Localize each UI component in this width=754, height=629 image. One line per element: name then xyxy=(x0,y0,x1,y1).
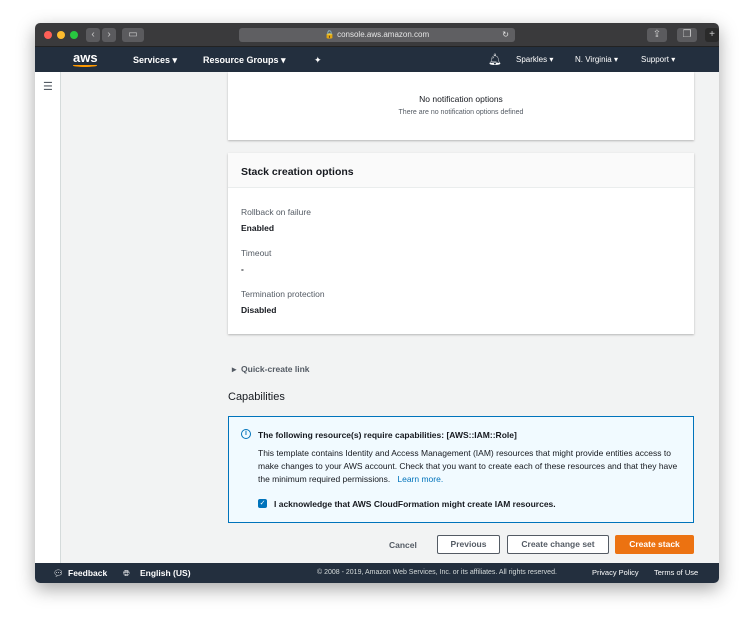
terms-of-use-link[interactable]: Terms of Use xyxy=(654,568,698,577)
region-menu[interactable]: N. Virginia ▾ xyxy=(575,55,618,64)
learn-more-link[interactable]: Learn more. xyxy=(397,474,443,484)
info-icon: i xyxy=(241,429,251,439)
support-menu[interactable]: Support ▾ xyxy=(641,55,675,64)
acknowledge-checkbox[interactable]: ✓ xyxy=(258,499,267,508)
sidebar: ☰ xyxy=(35,72,61,563)
account-menu[interactable]: Sparkles ▾ xyxy=(516,55,553,64)
resource-groups-menu[interactable]: Resource Groups ▾ xyxy=(203,55,286,66)
notification-options-card: No notification options There are no not… xyxy=(228,72,694,140)
rollback-value: Enabled xyxy=(241,223,275,233)
globe-icon: 🌐︎ xyxy=(123,568,130,578)
hamburger-menu-icon[interactable]: ☰ xyxy=(43,80,53,93)
privacy-policy-link[interactable]: Privacy Policy xyxy=(592,568,639,577)
stack-creation-options-card: Stack creation options Rollback on failu… xyxy=(228,153,694,334)
capabilities-alert: i The following resource(s) require capa… xyxy=(228,416,694,523)
bell-icon[interactable]: 🔔︎ xyxy=(488,53,502,66)
pin-icon[interactable]: ✦ xyxy=(314,55,322,66)
new-tab-icon[interactable]: + xyxy=(705,28,719,42)
caret-right-icon: ▸ xyxy=(232,364,237,374)
close-window-button[interactable] xyxy=(44,31,52,39)
lock-icon: 🔒 xyxy=(324,30,335,39)
reload-icon[interactable]: ↻ xyxy=(502,28,509,42)
quick-create-label: Quick-create link xyxy=(241,364,310,374)
acknowledge-label[interactable]: I acknowledge that AWS CloudFormation mi… xyxy=(274,499,556,509)
empty-title: No notification options xyxy=(419,94,503,104)
browser-window: ‹ › ▭ 🔒 console.aws.amazon.com ↻ ⇪ ❐ + aw… xyxy=(35,23,719,583)
services-menu[interactable]: Services ▾ xyxy=(133,55,177,66)
termination-label: Termination protection xyxy=(241,289,325,299)
feedback-link[interactable]: Feedback xyxy=(68,568,107,578)
previous-button[interactable]: Previous xyxy=(437,535,500,554)
create-stack-button[interactable]: Create stack xyxy=(615,535,694,554)
url-text: console.aws.amazon.com xyxy=(337,30,430,39)
empty-subtitle: There are no notification options define… xyxy=(398,109,524,116)
create-change-set-button[interactable]: Create change set xyxy=(507,535,609,554)
aws-nav-bar: aws Services ▾ Resource Groups ▾ ✦ 🔔︎ Sp… xyxy=(35,47,719,72)
timeout-value: - xyxy=(241,264,244,274)
minimize-window-button[interactable] xyxy=(57,31,65,39)
rollback-label: Rollback on failure xyxy=(241,207,311,217)
aws-logo[interactable]: aws xyxy=(73,50,98,65)
address-bar[interactable]: 🔒 console.aws.amazon.com ↻ xyxy=(239,28,515,42)
feedback-icon: 💬︎ xyxy=(53,568,64,578)
aws-smile-icon xyxy=(73,64,97,67)
title-bar: ‹ › ▭ 🔒 console.aws.amazon.com ↻ ⇪ ❐ + xyxy=(35,23,719,47)
tabs-icon[interactable]: ❐ xyxy=(677,28,697,42)
timeout-label: Timeout xyxy=(241,248,272,258)
sidebar-toggle-icon[interactable]: ▭ xyxy=(122,28,144,42)
alert-title: The following resource(s) require capabi… xyxy=(258,430,517,440)
language-selector[interactable]: English (US) xyxy=(140,568,191,578)
card-title: Stack creation options xyxy=(241,166,354,178)
footer: 💬︎ Feedback 🌐︎ English (US) © 2008 - 201… xyxy=(35,563,719,583)
capabilities-heading: Capabilities xyxy=(228,391,285,403)
cancel-button[interactable]: Cancel xyxy=(389,540,417,550)
alert-body: This template contains Identity and Acce… xyxy=(258,448,678,484)
copyright-text: © 2008 - 2019, Amazon Web Services, Inc.… xyxy=(317,569,557,576)
share-icon[interactable]: ⇪ xyxy=(647,28,667,42)
zoom-window-button[interactable] xyxy=(70,31,78,39)
forward-button[interactable]: › xyxy=(102,28,116,42)
quick-create-link-toggle[interactable]: ▸ Quick-create link xyxy=(232,364,310,375)
back-button[interactable]: ‹ xyxy=(86,28,100,42)
termination-value: Disabled xyxy=(241,305,277,315)
